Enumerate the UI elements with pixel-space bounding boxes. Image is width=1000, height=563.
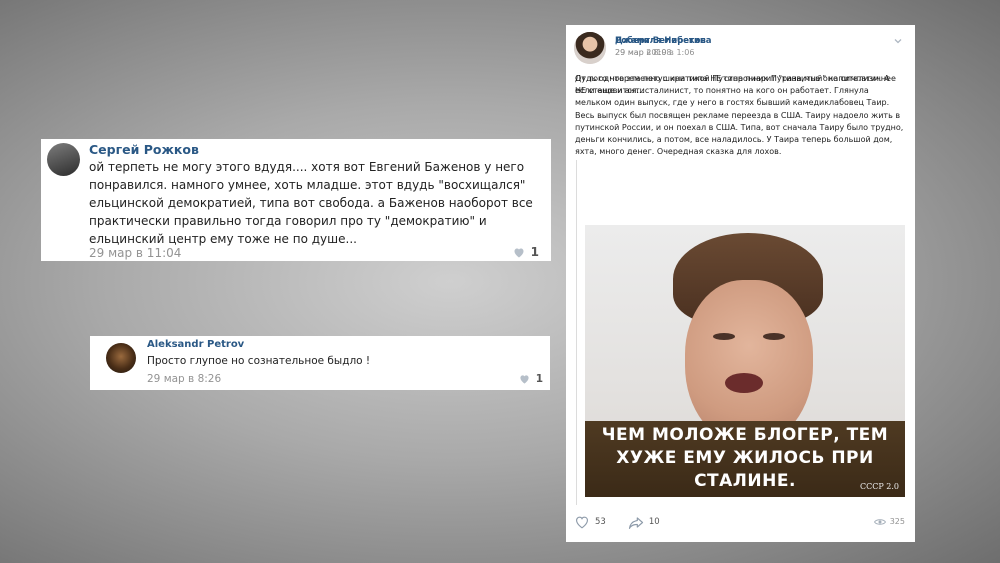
- image-mouth: [725, 373, 763, 393]
- repost-avatar[interactable]: [574, 32, 606, 64]
- post-actions: 53 10: [574, 515, 660, 529]
- avatar[interactable]: [47, 143, 80, 176]
- image-eye: [763, 333, 785, 340]
- comment-date[interactable]: 29 мар в 8:26: [147, 373, 221, 385]
- like-count: 1: [535, 373, 543, 385]
- repost-text: От того что эта петушина типа НЕ сторонн…: [575, 74, 896, 96]
- like-button[interactable]: 1: [519, 373, 543, 385]
- post-image[interactable]: ЧЕМ МОЛОЖЕ БЛОГЕР, ТЕМ ХУЖЕ ЕМУ ЖИЛОСЬ П…: [585, 225, 905, 497]
- caption-line: ХУЖЕ ЕМУ ЖИЛОСЬ ПРИ: [616, 448, 874, 468]
- chevron-down-icon[interactable]: [893, 36, 903, 46]
- comment-date[interactable]: 29 мар в 11:04: [89, 246, 181, 260]
- like-button[interactable]: 53: [574, 515, 606, 529]
- comment-author[interactable]: Сергей Рожков: [89, 142, 199, 157]
- comment-text: Просто глупое но сознательное быдло !: [147, 355, 371, 367]
- like-count: 1: [530, 245, 539, 259]
- heart-icon: [519, 374, 530, 384]
- views-count: 325: [889, 517, 905, 526]
- caption-line: ЧЕМ МОЛОЖЕ БЛОГЕР, ТЕМ: [601, 425, 889, 445]
- caption-line: СТАЛИНЕ.: [694, 471, 796, 491]
- heart-icon: [574, 515, 590, 529]
- post-card: Джамиля Неретина 29 мар в 8:08 Дудь одно…: [566, 25, 915, 542]
- eye-icon: [873, 518, 886, 526]
- image-caption-banner: ЧЕМ МОЛОЖЕ БЛОГЕР, ТЕМ ХУЖЕ ЕМУ ЖИЛОСЬ П…: [585, 421, 905, 497]
- views-counter: 325: [873, 517, 905, 526]
- like-count: 53: [595, 517, 606, 527]
- share-icon: [628, 516, 644, 529]
- repost-author[interactable]: Роберт Велибеков: [615, 36, 706, 46]
- image-watermark: СССР 2.0: [859, 482, 899, 491]
- share-button[interactable]: 10: [628, 516, 660, 529]
- repost-divider: [576, 160, 577, 505]
- repost-date[interactable]: 29 мар 2019 в 1:06: [615, 48, 694, 57]
- share-count: 10: [648, 517, 660, 527]
- avatar[interactable]: [106, 343, 136, 373]
- heart-icon: [513, 247, 525, 258]
- comment-card: Aleksandr Petrov Просто глупое но сознат…: [90, 336, 550, 390]
- comment-text: ой терпеть не могу этого вдудя.... хотя …: [89, 160, 533, 246]
- like-button[interactable]: 1: [513, 245, 539, 259]
- comment-card: Сергей Рожков ой терпеть не могу этого в…: [41, 139, 551, 261]
- comment-author[interactable]: Aleksandr Petrov: [147, 339, 244, 350]
- image-eye: [713, 333, 735, 340]
